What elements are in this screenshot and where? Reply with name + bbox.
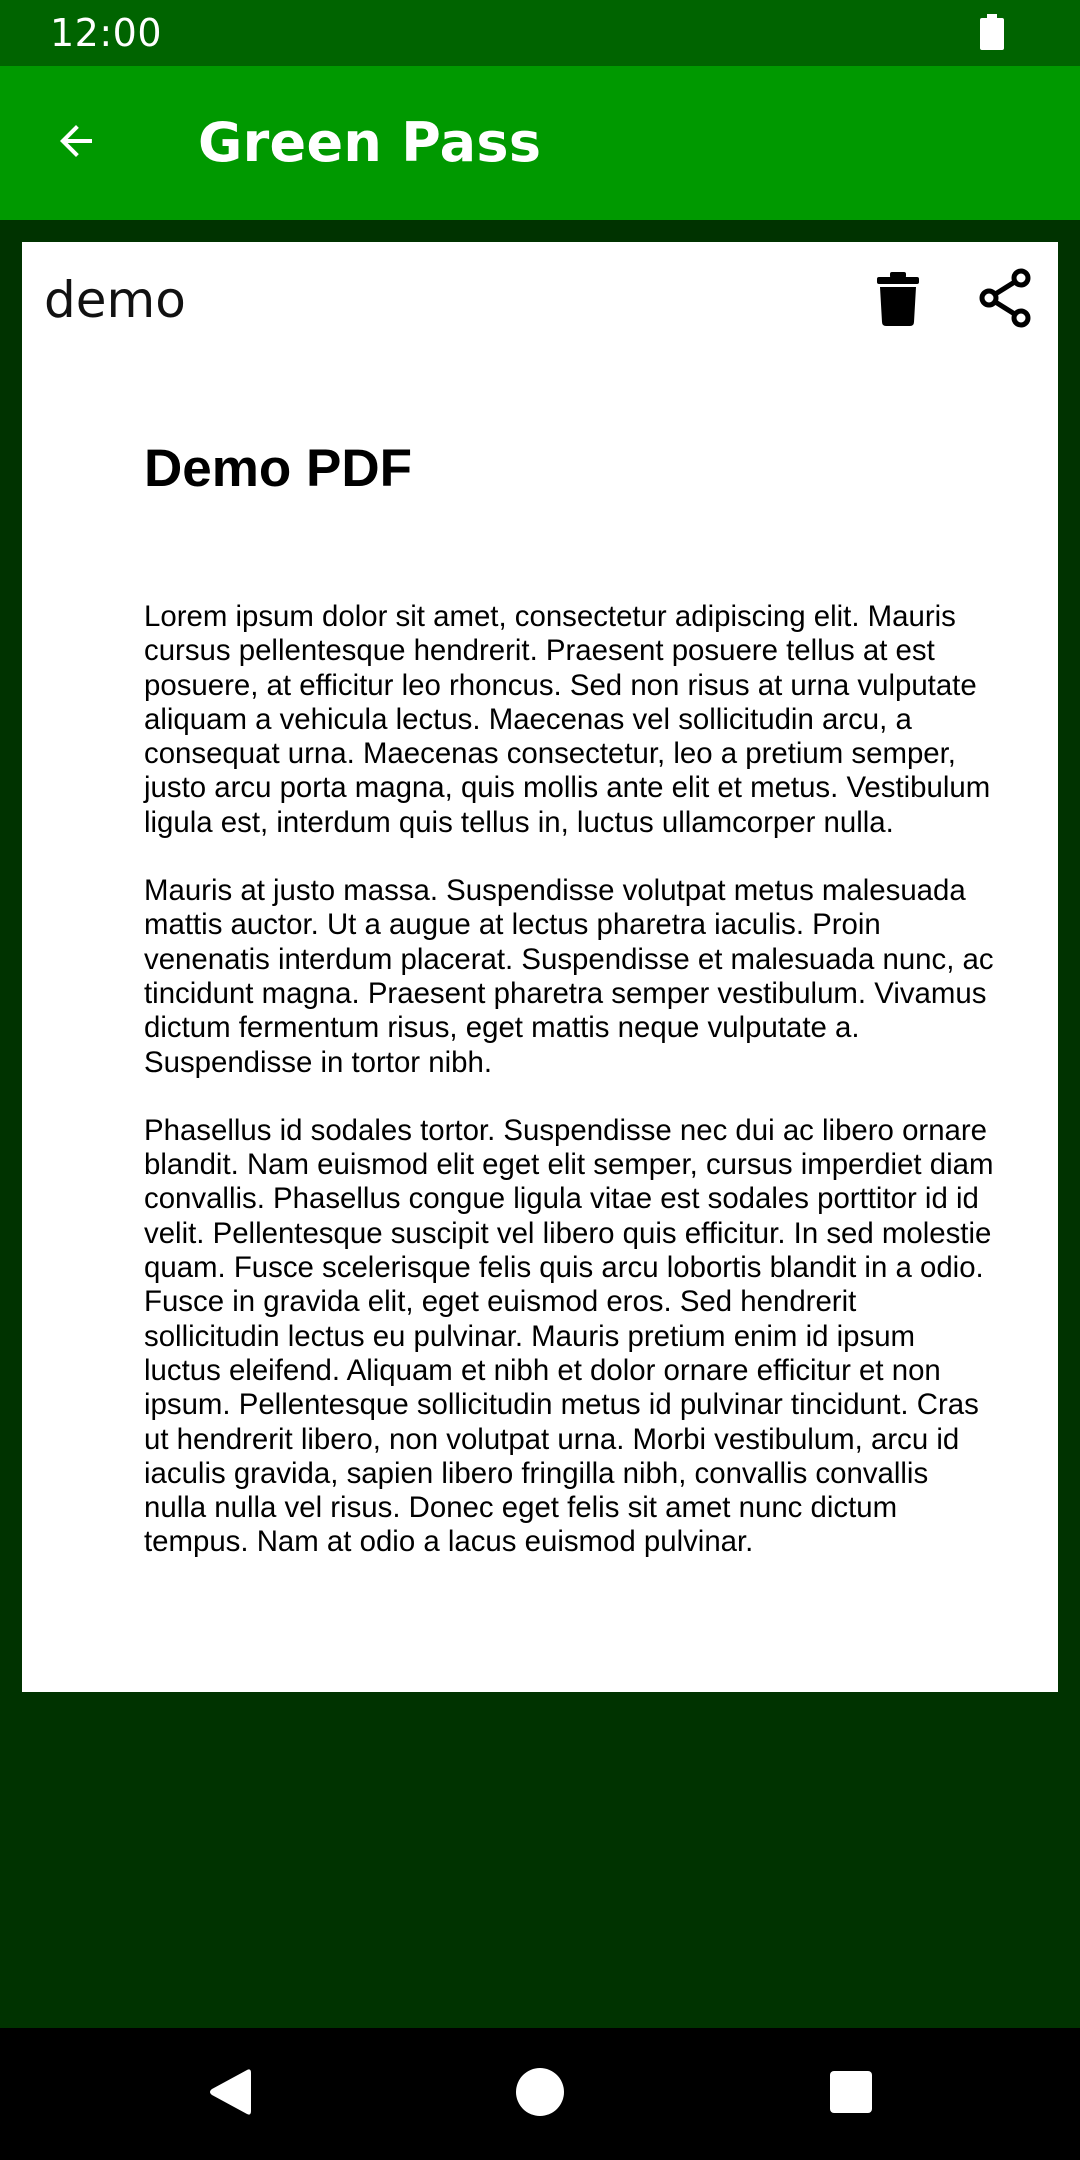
share-button[interactable] — [972, 264, 1038, 336]
battery-full-icon — [979, 14, 1005, 50]
app-title: Green Pass — [198, 111, 542, 174]
nav-back-triangle-icon — [207, 2067, 251, 2121]
back-button[interactable] — [36, 103, 116, 183]
nav-recents-square-icon — [830, 2071, 872, 2117]
status-bar: 12:00 — [0, 0, 1080, 66]
document-card: demo Demo PDF Lorem ipsum dolor sit amet… — [22, 242, 1058, 1692]
app-bar: Green Pass — [0, 66, 1080, 220]
pdf-paragraph: Lorem ipsum dolor sit amet, consectetur … — [144, 600, 991, 839]
trash-icon — [877, 272, 919, 330]
document-name: demo — [44, 271, 186, 329]
nav-home-button[interactable] — [500, 2054, 580, 2134]
delete-button[interactable] — [866, 266, 930, 336]
pdf-paragraph: Phasellus id sodales tortor. Suspendisse… — [144, 1113, 994, 1559]
arrow-back-icon — [52, 117, 100, 169]
nav-home-circle-icon — [515, 2067, 565, 2121]
system-nav-bar — [0, 2028, 1080, 2160]
pdf-preview[interactable]: Demo PDF Lorem ipsum dolor sit amet, con… — [144, 438, 994, 1594]
nav-back-button[interactable] — [189, 2054, 269, 2134]
share-icon — [978, 268, 1032, 332]
pdf-title: Demo PDF — [144, 439, 412, 498]
pdf-paragraph: Mauris at justo massa. Suspendisse volut… — [144, 874, 994, 1079]
nav-recents-button[interactable] — [811, 2054, 891, 2134]
status-time: 12:00 — [50, 11, 163, 55]
